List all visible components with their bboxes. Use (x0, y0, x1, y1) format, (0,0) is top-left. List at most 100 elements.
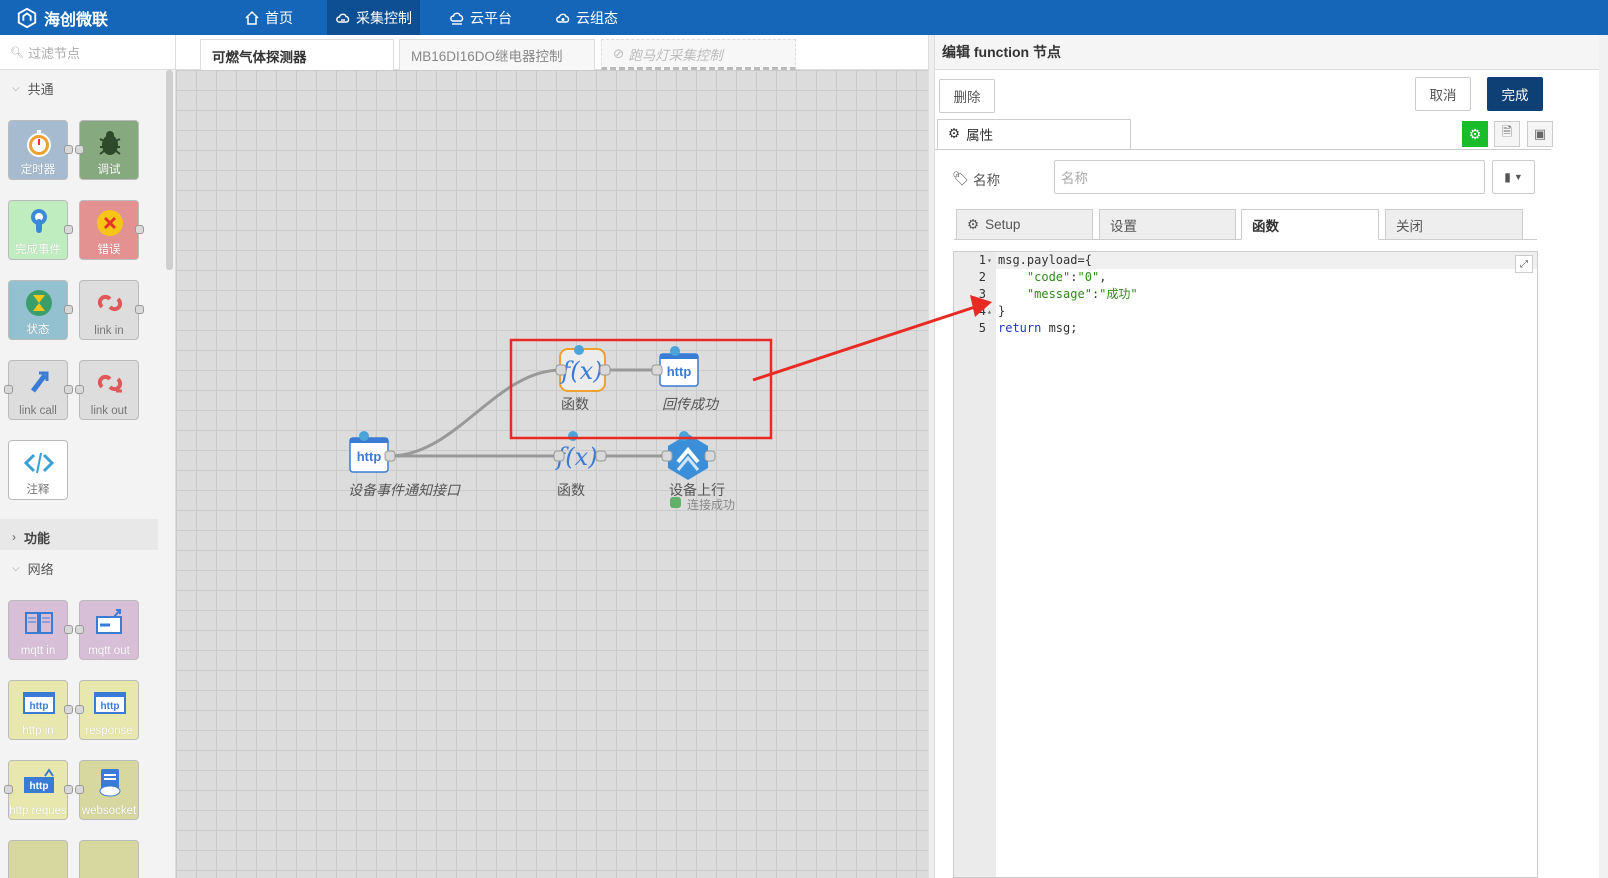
code-line[interactable]: return msg; (998, 320, 1077, 337)
page-scrollbar[interactable] (1599, 35, 1608, 878)
icon-select-dropdown[interactable]: ▮ ▼ (1492, 160, 1535, 194)
nav-cloud-platform[interactable]: 云平台 (441, 0, 520, 35)
cloud-sync-icon (336, 13, 350, 23)
description-button[interactable]: 🗎︎ (1494, 121, 1520, 147)
nav-home-label: 首页 (265, 9, 293, 26)
tab-properties[interactable]: ⚙ 属性 (937, 119, 1131, 150)
palette-node-mqtt-out[interactable]: mqtt out (79, 600, 139, 660)
nav-home[interactable]: 首页 (236, 0, 301, 35)
tab-function-label: 函数 (1252, 218, 1279, 234)
name-label: 名称 (973, 173, 1001, 188)
code-line[interactable]: "message":"成功" (998, 286, 1138, 303)
edit-tray: 编辑 function 节点 删除 取消 完成 ⚙ 属性 ⚙ 🗎︎ ▣ 🏷︎ 名… (935, 35, 1608, 878)
expand-editor-button[interactable]: ⤢ (1515, 255, 1533, 273)
palette-category-network[interactable]: ⌵ 网络 (0, 550, 166, 586)
code-line[interactable]: } (998, 303, 1005, 320)
palette-node-http-response[interactable]: http response (79, 680, 139, 740)
palette-node-mqtt-in[interactable]: mqtt in (8, 600, 68, 660)
document-icon: 🗎︎ (1501, 124, 1513, 139)
name-input[interactable]: 名称 (1054, 160, 1485, 194)
palette-node-label: link in (94, 325, 124, 337)
palette-filter[interactable]: 🔍︎ 过滤节点 (0, 35, 175, 70)
palette-node-http-request[interactable]: http http reques (8, 760, 68, 820)
palette-node-complete[interactable]: 完成事件 (8, 200, 68, 260)
tab-function[interactable]: 函数 (1241, 209, 1379, 240)
palette-node-label: 注释 (26, 484, 50, 496)
wire (389, 368, 562, 458)
line-number: 1 (978, 253, 986, 267)
tray-title: 编辑 function 节点 (935, 35, 1608, 70)
palette-node-link-out[interactable]: link out (79, 360, 139, 420)
appearance-button[interactable]: ▣ (1527, 121, 1553, 147)
tab-settings-label: 设置 (1110, 218, 1137, 234)
palette-node-more-1[interactable] (8, 840, 68, 878)
code-comment-icon (23, 452, 55, 474)
fold-open-icon[interactable]: ▾ (987, 252, 992, 269)
settings-toggle-button[interactable]: ⚙ (1462, 121, 1488, 147)
svg-text:http: http (101, 701, 120, 712)
http-icon: http (94, 692, 126, 714)
palette-node-link-call[interactable]: link call (8, 360, 68, 420)
clock-icon (27, 130, 51, 157)
code-token: "0" (1077, 270, 1100, 284)
category-common-label: 共通 (27, 81, 54, 97)
tab-setup[interactable]: ⚙ Setup (956, 209, 1093, 240)
palette-node-debug[interactable]: 调试 (79, 120, 139, 180)
code-editor[interactable]: ⤢ 1 ▾ msg.payload={2 "code":"0", 3 "message… (953, 251, 1538, 878)
name-field-label: 🏷︎ 名称 (952, 169, 1000, 189)
chevron-down-icon: ⌵ (12, 82, 20, 94)
code-line[interactable]: "code":"0", (998, 269, 1107, 286)
code-token: : (1070, 270, 1078, 284)
flow-node-label: 设备事件通知接口 (348, 482, 460, 498)
output-port (64, 385, 73, 394)
palette-node-catch[interactable]: 错误 (79, 200, 139, 260)
fold-end-icon[interactable]: ▴ (987, 303, 992, 320)
svg-text:http: http (30, 781, 49, 792)
tab-flow-1[interactable]: 可燃气体探测器 (200, 39, 394, 71)
category-network-label: 网络 (27, 561, 54, 577)
brand-name: 海创微联 (44, 12, 109, 29)
palette-category-common[interactable]: ⌵ 共通 (0, 70, 175, 106)
panel-divider[interactable] (928, 35, 935, 878)
palette-node-status[interactable]: 状态 (8, 280, 68, 340)
cancel-button[interactable]: 取消 (1415, 77, 1471, 111)
palette-node-more-2[interactable] (79, 840, 139, 878)
tab-settings[interactable]: 设置 (1099, 209, 1236, 240)
brand-logo-icon (17, 7, 37, 29)
code-token: , (1099, 270, 1107, 284)
palette-node-label: 定时器 (20, 164, 56, 176)
palette-node-link-in[interactable]: link in (79, 280, 139, 340)
touch-icon (31, 209, 47, 233)
nav-collect-control[interactable]: 采集控制 (327, 0, 420, 35)
book-icon (25, 612, 53, 634)
input-port (75, 705, 84, 714)
palette-node-inject[interactable]: 定时器 (8, 120, 68, 180)
tab-close[interactable]: 关闭 (1385, 209, 1523, 240)
palette-node-websocket[interactable]: websocket (79, 760, 139, 820)
flow-node-http-in: http (349, 431, 396, 473)
nav-cloud-config[interactable]: 云组态 (547, 0, 626, 35)
flow-workspace[interactable]: http f(x) http f(x) 设备事件通知接口 函数 回传成功 函数 … (176, 70, 928, 878)
delete-button[interactable]: 删除 (939, 79, 995, 113)
brand-logo[interactable]: 海创微联 (16, 6, 108, 30)
input-port (4, 385, 13, 394)
palette-node-label: 调试 (97, 164, 121, 176)
palette-node-comment[interactable]: 注释 (8, 440, 68, 500)
tab-flow-2[interactable]: MB16DI16DO继电器控制 (399, 39, 595, 70)
palette-node-label: link call (19, 405, 57, 417)
input-port (75, 785, 84, 794)
svg-text:http: http (357, 449, 382, 464)
code-line[interactable]: msg.payload={ (998, 252, 1092, 269)
link-out-icon (97, 374, 123, 393)
tab-flow-3[interactable]: ⊘ 跑马灯采集控制 (601, 39, 796, 70)
hourglass-icon (26, 290, 52, 316)
nav-cloud-platform-label: 云平台 (470, 9, 512, 26)
palette-scrollbar[interactable] (166, 70, 173, 270)
palette-node-label: 状态 (26, 324, 50, 336)
tab-setup-label: Setup (985, 217, 1021, 232)
chevron-right-icon: › (12, 530, 16, 544)
code-token: "成功" (1099, 287, 1138, 301)
done-button[interactable]: 完成 (1487, 77, 1543, 111)
palette-node-http-in[interactable]: http http in (8, 680, 68, 740)
